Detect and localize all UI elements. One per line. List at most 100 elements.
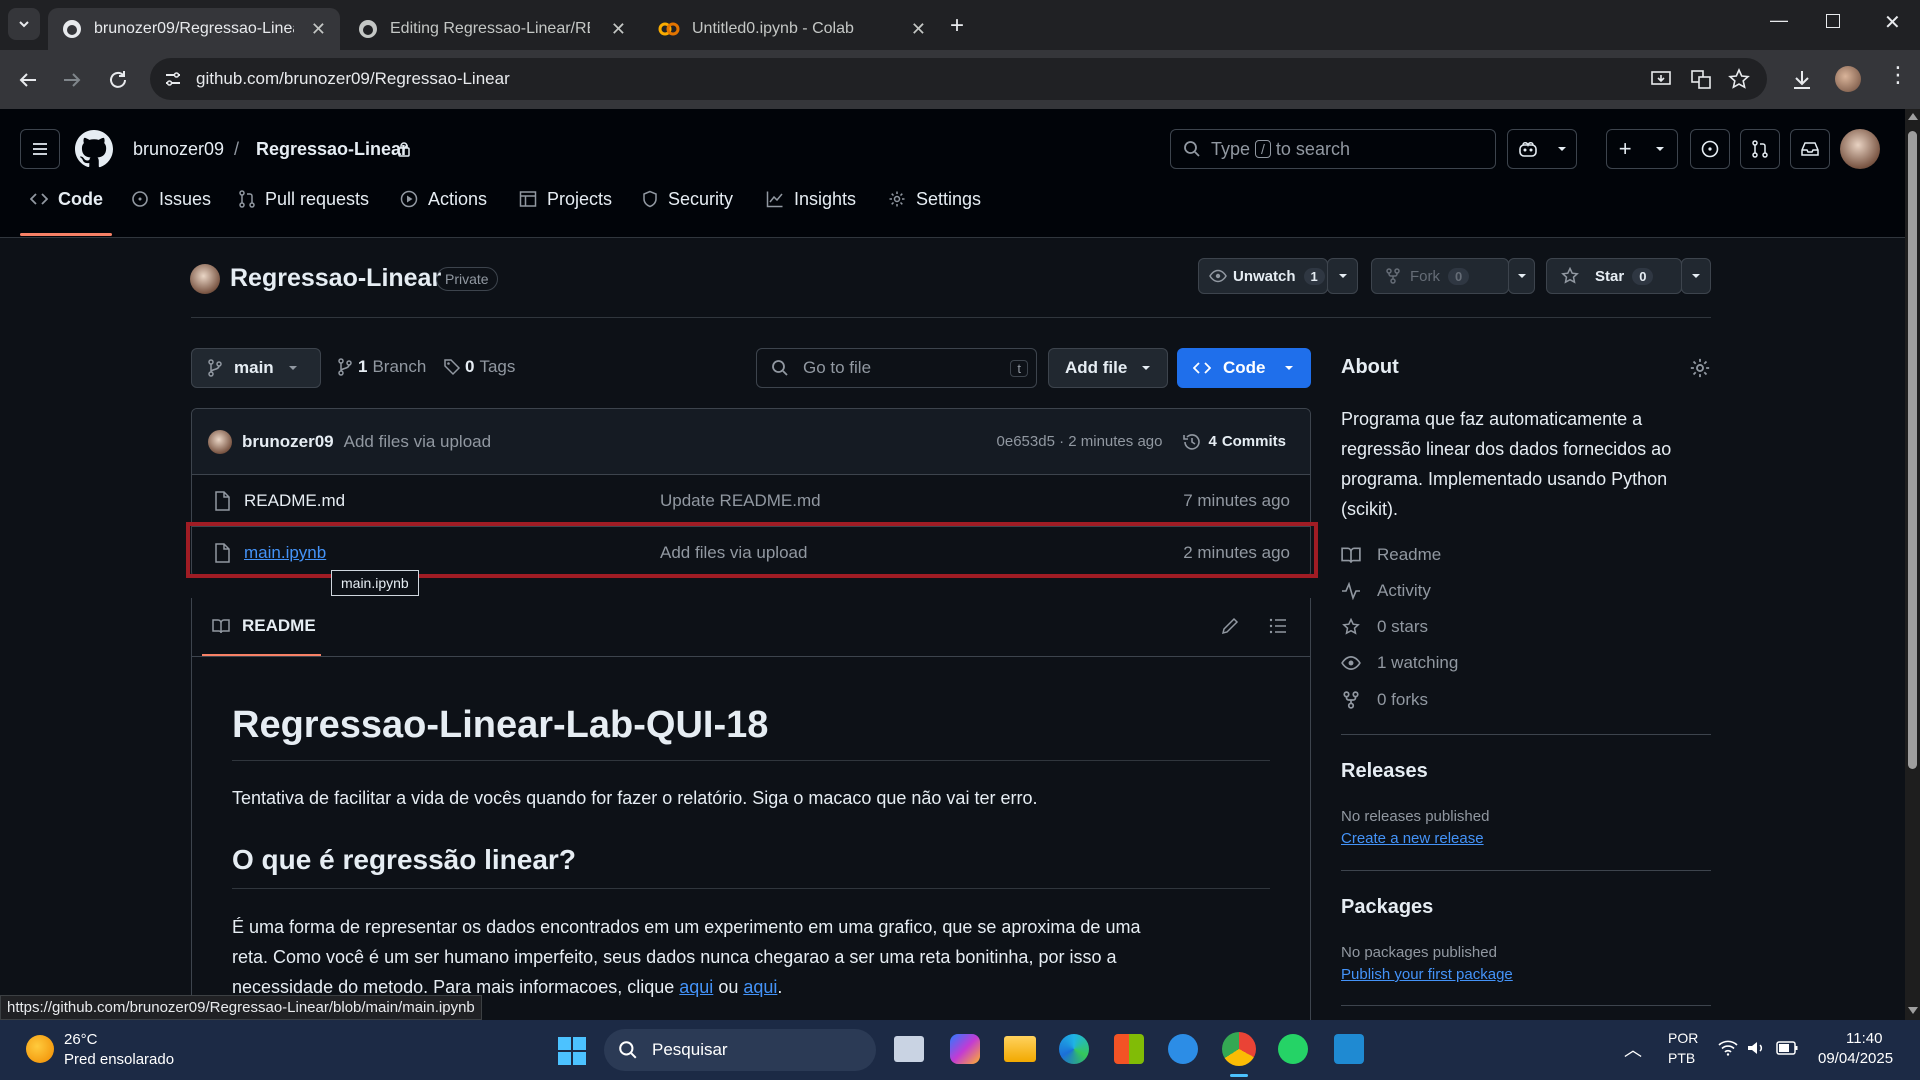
go-to-file-input[interactable]: Go to file t bbox=[756, 348, 1037, 388]
packages-title[interactable]: Packages bbox=[1341, 896, 1433, 919]
whatsapp-icon[interactable] bbox=[1278, 1034, 1308, 1064]
scrollbar-thumb[interactable] bbox=[1908, 131, 1917, 769]
branch-selector[interactable]: main bbox=[191, 348, 321, 388]
readme-link-2[interactable]: aqui bbox=[743, 977, 777, 997]
page-scrollbar[interactable] bbox=[1905, 109, 1920, 1020]
create-release-link[interactable]: Create a new release bbox=[1341, 830, 1484, 847]
unwatch-button[interactable]: Unwatch 1 bbox=[1198, 258, 1328, 294]
browser-tab-2[interactable]: Editing Regressao-Linear/READ ✕ bbox=[344, 8, 640, 50]
readme-tab[interactable]: README bbox=[212, 616, 316, 636]
tab-insights[interactable]: Insights bbox=[766, 179, 856, 219]
gear-icon[interactable] bbox=[1689, 357, 1711, 379]
fork-button[interactable]: Fork 0 bbox=[1371, 258, 1509, 294]
minimize-button[interactable]: — bbox=[1770, 10, 1788, 31]
add-file-button[interactable]: Add file bbox=[1048, 348, 1168, 388]
list-outline-icon[interactable] bbox=[1268, 616, 1288, 636]
tab-pull-requests[interactable]: Pull requests bbox=[239, 179, 369, 219]
repo-title[interactable]: Regressao-Linear bbox=[230, 264, 441, 293]
commit-hash-time[interactable]: 0e653d5 · 2 minutes ago bbox=[997, 433, 1163, 450]
hamburger-menu-button[interactable] bbox=[20, 129, 60, 169]
close-icon[interactable]: ✕ bbox=[911, 19, 926, 40]
clock-time[interactable]: 11:40 bbox=[1846, 1030, 1882, 1047]
github-logo-icon[interactable] bbox=[75, 130, 113, 168]
copilot-app-icon[interactable] bbox=[950, 1034, 980, 1064]
copilot-button[interactable] bbox=[1507, 129, 1577, 169]
header-owner-link[interactable]: brunozer09 bbox=[133, 139, 224, 160]
vscode-icon[interactable] bbox=[1334, 1034, 1364, 1064]
reload-icon[interactable] bbox=[106, 68, 130, 92]
commits-link[interactable]: 4 Commits bbox=[1182, 432, 1286, 452]
close-icon[interactable]: ✕ bbox=[311, 19, 326, 40]
file-name[interactable]: README.md bbox=[244, 491, 345, 511]
code-download-button[interactable]: Code bbox=[1177, 348, 1311, 388]
commit-message[interactable]: Add files via upload bbox=[344, 432, 491, 452]
back-icon[interactable] bbox=[16, 68, 40, 92]
chrome-icon[interactable] bbox=[1222, 1032, 1256, 1066]
header-repo-link[interactable]: Regressao-Linear bbox=[256, 139, 408, 160]
profile-avatar[interactable] bbox=[1835, 66, 1861, 92]
tab-security[interactable]: Security bbox=[642, 179, 733, 219]
task-view-icon[interactable] bbox=[894, 1036, 924, 1062]
tray-expand-icon[interactable]: ︿ bbox=[1624, 1036, 1642, 1062]
file-commit-message[interactable]: Update README.md bbox=[660, 491, 821, 511]
file-row[interactable]: README.md Update README.md 7 minutes ago bbox=[192, 475, 1310, 527]
scroll-down-arrow[interactable] bbox=[1908, 1007, 1918, 1014]
window-close-button[interactable]: ✕ bbox=[1884, 10, 1901, 35]
tab-projects[interactable]: Projects bbox=[519, 179, 612, 219]
pull-requests-button[interactable] bbox=[1740, 129, 1780, 169]
pencil-icon[interactable] bbox=[1220, 616, 1240, 636]
header-search-input[interactable]: Type / to search bbox=[1170, 129, 1496, 169]
fork-dropdown[interactable] bbox=[1508, 258, 1535, 294]
taskbar-search[interactable]: Pesquisar bbox=[604, 1029, 876, 1071]
weather-temp[interactable]: 26°C bbox=[64, 1031, 98, 1048]
close-icon[interactable]: ✕ bbox=[611, 19, 626, 40]
install-app-icon[interactable] bbox=[1650, 68, 1672, 90]
user-avatar[interactable] bbox=[1840, 129, 1880, 169]
scroll-up-arrow[interactable] bbox=[1908, 113, 1918, 120]
edge-icon[interactable] bbox=[1059, 1034, 1089, 1064]
app-icon[interactable] bbox=[1168, 1034, 1198, 1064]
about-stars-link[interactable]: 0 stars bbox=[1341, 617, 1428, 637]
forward-icon[interactable] bbox=[60, 68, 84, 92]
about-watching-link[interactable]: 1 watching bbox=[1341, 653, 1458, 673]
readme-link-1[interactable]: aqui bbox=[679, 977, 713, 997]
download-icon[interactable] bbox=[1790, 68, 1814, 92]
store-icon[interactable] bbox=[1114, 1034, 1144, 1064]
language-indicator-2[interactable]: PTB bbox=[1668, 1050, 1695, 1066]
clock-date[interactable]: 09/04/2025 bbox=[1818, 1050, 1893, 1067]
branches-link[interactable]: 1 Branch bbox=[338, 357, 426, 377]
language-indicator-1[interactable]: POR bbox=[1668, 1030, 1698, 1046]
translate-icon[interactable] bbox=[1690, 68, 1712, 90]
tab-list-button[interactable] bbox=[8, 8, 40, 40]
speaker-icon[interactable] bbox=[1746, 1040, 1766, 1056]
issues-button[interactable] bbox=[1690, 129, 1730, 169]
browser-tab-3[interactable]: Untitled0.ipynb - Colab ✕ bbox=[644, 8, 940, 50]
browser-menu-icon[interactable]: ⋮ bbox=[1887, 64, 1909, 86]
tab-code[interactable]: Code bbox=[30, 179, 103, 219]
file-explorer-icon[interactable] bbox=[1004, 1036, 1036, 1062]
about-forks-link[interactable]: 0 forks bbox=[1341, 690, 1428, 710]
create-new-button[interactable]: + bbox=[1606, 129, 1678, 169]
tab-settings[interactable]: Settings bbox=[888, 179, 981, 219]
star-dropdown[interactable] bbox=[1681, 258, 1711, 294]
tab-actions[interactable]: Actions bbox=[400, 179, 487, 219]
inbox-button[interactable] bbox=[1790, 129, 1830, 169]
tab-issues[interactable]: Issues bbox=[131, 179, 211, 219]
wifi-icon[interactable] bbox=[1718, 1040, 1738, 1056]
site-info-icon[interactable] bbox=[164, 70, 182, 88]
bookmark-star-icon[interactable] bbox=[1728, 68, 1750, 90]
releases-title[interactable]: Releases bbox=[1341, 760, 1428, 783]
new-tab-button[interactable]: + bbox=[950, 12, 964, 40]
unwatch-dropdown[interactable] bbox=[1327, 258, 1358, 294]
about-readme-link[interactable]: Readme bbox=[1341, 545, 1441, 565]
windows-start-icon[interactable] bbox=[557, 1036, 587, 1066]
tags-link[interactable]: 0 Tags bbox=[443, 357, 515, 377]
star-button[interactable]: Star 0 bbox=[1546, 258, 1682, 294]
publish-package-link[interactable]: Publish your first package bbox=[1341, 966, 1513, 983]
weather-desc[interactable]: Pred ensolarado bbox=[64, 1051, 174, 1068]
restore-button[interactable] bbox=[1826, 14, 1840, 28]
battery-icon[interactable] bbox=[1776, 1041, 1798, 1055]
commit-author[interactable]: brunozer09 bbox=[242, 432, 334, 452]
weather-icon[interactable] bbox=[26, 1035, 54, 1063]
browser-tab-1[interactable]: brunozer09/Regressao-Linear: P ✕ bbox=[48, 8, 340, 50]
